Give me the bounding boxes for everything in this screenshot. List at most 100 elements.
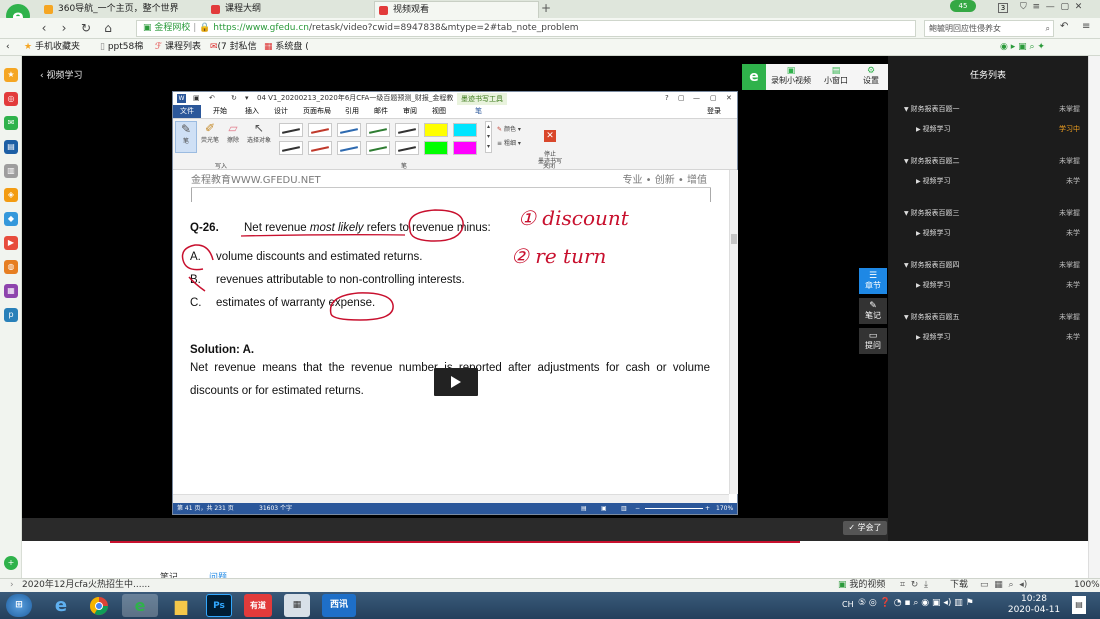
close-icon[interactable]: ✕ [1075,2,1083,12]
highlighter-swatch[interactable] [453,123,477,137]
bookmark-messages[interactable]: ✉(7 封私信 [210,41,257,54]
document-page[interactable]: 金程教育WWW.GFEDU.NET 专业 • 创新 • 增值 Q-26. Net… [173,170,729,505]
web-layout-icon[interactable]: ▥ [621,503,627,514]
add-app-icon[interactable]: + [4,556,18,570]
bookmark-course-list[interactable]: ℱ 课程列表 [155,41,201,54]
login-link[interactable]: 登录 [707,105,721,118]
save-icon[interactable]: ▣ [193,92,200,105]
zoom-in-icon[interactable]: + [705,503,710,514]
download-link[interactable]: 下载 [950,579,968,592]
tab-video-watch[interactable]: 视频观看 [374,1,539,18]
page-scrollbar[interactable] [1088,56,1100,578]
status-tools[interactable]: ⌗ ↻ ⤓ [900,579,928,592]
word-restore-icon[interactable]: ▢ [710,92,717,105]
pen-swatch[interactable] [279,141,303,155]
tab-review[interactable]: 审阅 [403,105,417,118]
bookmark-system-disk[interactable]: ▦ 系统盘 ( [264,41,309,54]
undo-icon[interactable]: ↶ [209,92,215,105]
pen-swatch[interactable] [308,141,332,155]
task-chapter[interactable]: ▼ 财务报表百题二 未掌握 [904,156,1084,170]
p-app-icon[interactable]: p [4,308,18,322]
tab-pen[interactable]: 笔 [475,105,482,118]
mini-window-button[interactable]: ▤ 小窗口 [818,66,854,88]
word-minimize-icon[interactable]: — [693,92,700,105]
system-clock[interactable]: 10:28 2020-04-11 [1004,594,1064,616]
more-apps-icon[interactable]: ▦ [4,284,18,298]
highlighter-swatch[interactable] [453,141,477,155]
task-item[interactable]: ▶ 视频学习 未学 [916,228,1084,242]
record-clip-button[interactable]: ▣ 录制小视频 [770,66,812,88]
pen-swatch[interactable] [366,141,390,155]
tab-mailings[interactable]: 邮件 [374,105,388,118]
back-arrow-icon[interactable]: ‹ [36,18,52,38]
tab-layout[interactable]: 页面布局 [303,105,331,118]
refresh-icon[interactable]: ↻ [78,18,94,38]
app-icon[interactable]: ▤ [4,140,18,154]
tab-design[interactable]: 设计 [274,105,288,118]
tab-insert[interactable]: 插入 [245,105,259,118]
taskbar-chrome[interactable] [82,594,116,617]
task-chapter[interactable]: ▼ 财务报表百题一 未掌握 [904,104,1084,118]
learned-button[interactable]: ✓ 学会了 [843,521,887,535]
taskbar-photoshop[interactable]: Ps [206,594,232,617]
tab-count-badge[interactable]: 3 [998,3,1008,13]
pen-swatch[interactable] [337,123,361,137]
pen-swatch[interactable] [395,123,419,137]
bookmark-ppt58[interactable]: ▯ ppt58棉 [100,41,143,54]
task-item[interactable]: ▶ 视频学习 未学 [916,280,1084,294]
thickness-button[interactable]: ≡ 粗细 ▾ [497,138,521,147]
favorite-star-icon[interactable]: ★ [4,68,18,82]
stop-inking-button[interactable]: ✕ 停止 墨迹书写 [535,123,565,165]
ribbon-display-icon[interactable]: ▢ [678,92,685,105]
float-note-button[interactable]: ✎ 笔记 [859,298,887,324]
game-icon[interactable]: ◆ [4,212,18,226]
eraser-tool-button[interactable]: ▱ 擦除 [223,121,243,144]
zoom-slider[interactable] [645,508,703,509]
highlighter-tool-button[interactable]: ✐ 荧光笔 [199,121,221,144]
zoom-out-icon[interactable]: − [635,503,640,514]
tab-course-outline[interactable]: 课程大纲 [207,1,372,18]
color-button[interactable]: ✎ 颜色 ▾ [497,124,521,133]
ime-indicator[interactable]: CH [842,600,854,609]
sidebar-toggle-icon[interactable]: ‹ [6,41,10,54]
quick-access-icon[interactable]: ▾ [245,92,249,105]
print-layout-icon[interactable]: ▣ [601,503,607,514]
gallery-scroll[interactable]: ▴ ▾ ▾ [485,121,492,153]
word-close-icon[interactable]: ✕ [726,92,732,105]
float-ask-button[interactable]: ▭ 提问 [859,328,887,354]
shirt-icon[interactable]: ⛉ [1020,2,1027,12]
mail-icon[interactable]: ✉ [4,116,18,130]
notification-badge[interactable]: 45 [950,0,976,12]
task-item[interactable]: ▶ 视频学习 学习中 [916,124,1084,138]
vertical-scrollbar[interactable] [729,170,738,494]
taskbar-ie[interactable]: e [44,594,78,617]
menu-icon[interactable]: ≡ [1033,2,1041,12]
pen-swatch[interactable] [337,141,361,155]
highlighter-swatch[interactable] [424,141,448,155]
minimize-icon[interactable]: — [1046,2,1055,12]
browser-more-icon[interactable]: ≡ [1082,21,1090,32]
restore-icon[interactable]: ▢ [1061,2,1070,12]
weibo-icon[interactable]: ◎ [4,92,18,106]
my-video-link[interactable]: ▣ 我的视频 [838,579,885,592]
scroll-thumb[interactable] [731,234,737,244]
bookmark-mobile[interactable]: ★ 手机收藏夹 [24,41,80,54]
tab-home[interactable]: 开始 [213,105,227,118]
memo-icon[interactable]: ▥ [4,164,18,178]
player-control-bar[interactable] [22,518,888,541]
tab-file[interactable]: 文件 [173,105,201,118]
highlighter-swatch[interactable] [424,123,448,137]
taskbar-360-browser[interactable]: e [122,594,158,617]
page-zoom[interactable]: 100% [1074,579,1100,592]
search-input[interactable]: 鲍毓明回应性侵养女 ⌕ [924,20,1054,37]
browser-undo-icon[interactable]: ↶ [1060,21,1068,32]
video-icon[interactable]: ▶ [4,236,18,250]
task-chapter[interactable]: ▼ 财务报表百题五 未掌握 [904,312,1084,326]
tray-icons[interactable]: ⑤ ◎ ❓ ◔ ▪ ⌕ ◉ ▣ ◂) ▥ ⚑ [858,598,974,608]
select-object-button[interactable]: ↖ 选择对象 [245,121,273,144]
address-bar[interactable]: ▣ 金程网校 | 🔒 https://www.gfedu.cn/retask/v… [136,20,916,37]
settings-button[interactable]: ⚙ 设置 [856,66,886,88]
taskbar-explorer[interactable]: ▆ [164,594,198,617]
horizontal-scrollbar[interactable] [173,494,729,503]
tab-view[interactable]: 视图 [432,105,446,118]
